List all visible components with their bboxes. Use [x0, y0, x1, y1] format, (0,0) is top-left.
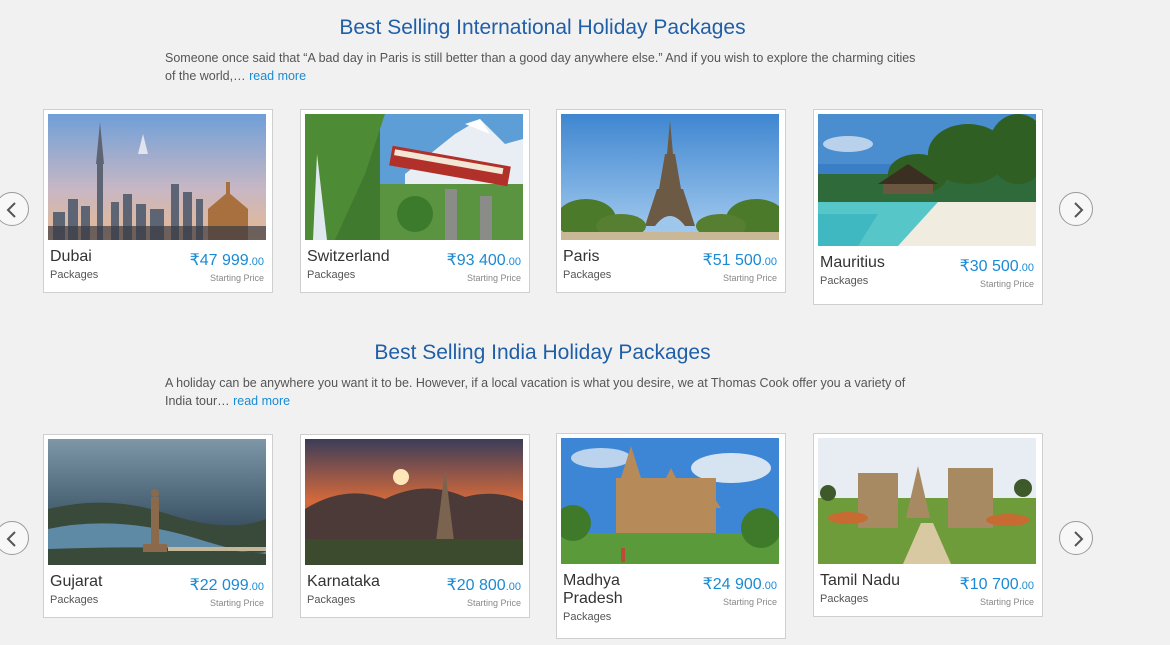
chevron-left-icon	[6, 202, 16, 218]
price-value: ₹51 500	[702, 252, 762, 269]
card-details: Karnataka Packages ₹20 800.00 Starting P…	[305, 565, 525, 613]
price-note: Starting Price	[722, 273, 777, 283]
section-description: Someone once said that “A bad day in Par…	[165, 49, 925, 85]
price-decimal: .00	[1018, 262, 1034, 274]
destination-name: Paris	[563, 248, 600, 265]
starting-price: ₹20 800.00	[447, 575, 521, 595]
price-value: ₹30 500	[959, 258, 1019, 275]
package-card-madhya-pradesh[interactable]: Madhya Pradesh Packages ₹24 900.00 Start…	[556, 433, 786, 639]
price-decimal: .00	[761, 256, 777, 268]
section-title: Best Selling International Holiday Packa…	[339, 16, 746, 39]
destination-subtitle: Packages	[307, 269, 356, 281]
price-note: Starting Price	[466, 273, 521, 283]
price-value: ₹24 900	[702, 576, 762, 593]
price-value: ₹20 800	[446, 577, 506, 594]
price-decimal: .00	[248, 581, 264, 593]
destination-subtitle: Packages	[50, 594, 99, 606]
destination-subtitle: Packages	[307, 594, 356, 606]
price-decimal: .00	[1018, 580, 1034, 592]
package-card-tamil-nadu[interactable]: Tamil Nadu Packages ₹10 700.00 Starting …	[813, 433, 1043, 617]
starting-price: ₹24 900.00	[703, 574, 777, 594]
starting-price: ₹51 500.00	[703, 250, 777, 270]
destination-subtitle: Packages	[563, 269, 612, 281]
destination-name: Karnataka	[307, 573, 380, 590]
destination-subtitle: Packages	[563, 611, 612, 623]
price-decimal: .00	[505, 581, 521, 593]
madhya-pradesh-image	[561, 438, 779, 564]
card-details: Tamil Nadu Packages ₹10 700.00 Starting …	[818, 564, 1038, 612]
card-details: Gujarat Packages ₹22 099.00 Starting Pri…	[48, 565, 268, 613]
destination-name: Mauritius	[820, 254, 885, 271]
price-value: ₹93 400	[446, 252, 506, 269]
destination-name: Gujarat	[50, 573, 103, 590]
mauritius-image	[818, 114, 1036, 246]
read-more-link[interactable]: read more	[249, 69, 306, 83]
india-section: Best Selling India Holiday Packages A ho…	[0, 325, 1170, 645]
tamil-nadu-image	[818, 438, 1036, 564]
package-card-gujarat[interactable]: Gujarat Packages ₹22 099.00 Starting Pri…	[43, 434, 273, 618]
package-card-mauritius[interactable]: Mauritius Packages ₹30 500.00 Starting P…	[813, 109, 1043, 305]
package-card-dubai[interactable]: Dubai Packages ₹47 999.00 Starting Price	[43, 109, 273, 293]
package-card-switzerland[interactable]: Switzerland Packages ₹93 400.00 Starting…	[300, 109, 530, 293]
card-details: Paris Packages ₹51 500.00 Starting Price	[561, 240, 781, 288]
destination-name: Madhya Pradesh	[563, 572, 623, 607]
card-details: Mauritius Packages ₹30 500.00 Starting P…	[818, 246, 1038, 300]
paris-image	[561, 114, 779, 240]
package-card-paris[interactable]: Paris Packages ₹51 500.00 Starting Price	[556, 109, 786, 293]
price-note: Starting Price	[979, 597, 1034, 607]
destination-name: Switzerland	[307, 248, 390, 265]
starting-price: ₹10 700.00	[960, 574, 1034, 594]
chevron-right-icon	[1074, 202, 1084, 218]
carousel-prev-button[interactable]	[0, 192, 29, 226]
price-value: ₹47 999	[189, 252, 249, 269]
price-note: Starting Price	[979, 279, 1034, 289]
card-details: Dubai Packages ₹47 999.00 Starting Price	[48, 240, 268, 288]
price-note: Starting Price	[209, 598, 264, 608]
karnataka-image	[305, 439, 523, 565]
starting-price: ₹30 500.00	[960, 256, 1034, 276]
starting-price: ₹93 400.00	[447, 250, 521, 270]
carousel-next-button[interactable]	[1059, 521, 1093, 555]
dubai-image	[48, 114, 266, 240]
carousel-prev-button[interactable]	[0, 521, 29, 555]
card-details: Madhya Pradesh Packages ₹24 900.00 Start…	[561, 564, 781, 634]
destination-subtitle: Packages	[820, 275, 869, 287]
destination-subtitle: Packages	[50, 269, 99, 281]
price-note: Starting Price	[209, 273, 264, 283]
switzerland-image	[305, 114, 523, 240]
price-decimal: .00	[505, 256, 521, 268]
price-value: ₹22 099	[189, 577, 249, 594]
section-description: A holiday can be anywhere you want it to…	[165, 374, 925, 410]
price-decimal: .00	[761, 580, 777, 592]
international-section: Best Selling International Holiday Packa…	[0, 0, 1170, 320]
read-more-link[interactable]: read more	[233, 394, 290, 408]
gujarat-image	[48, 439, 266, 565]
destination-name: Tamil Nadu	[820, 572, 901, 589]
chevron-right-icon	[1074, 531, 1084, 547]
destination-name: Dubai	[50, 248, 92, 265]
card-details: Switzerland Packages ₹93 400.00 Starting…	[305, 240, 525, 288]
price-value: ₹10 700	[959, 576, 1019, 593]
price-note: Starting Price	[722, 597, 777, 607]
price-decimal: .00	[248, 256, 264, 268]
carousel-next-button[interactable]	[1059, 192, 1093, 226]
price-note: Starting Price	[466, 598, 521, 608]
chevron-left-icon	[6, 531, 16, 547]
starting-price: ₹47 999.00	[190, 250, 264, 270]
section-title: Best Selling India Holiday Packages	[374, 341, 711, 364]
package-card-karnataka[interactable]: Karnataka Packages ₹20 800.00 Starting P…	[300, 434, 530, 618]
starting-price: ₹22 099.00	[190, 575, 264, 595]
destination-subtitle: Packages	[820, 593, 869, 605]
